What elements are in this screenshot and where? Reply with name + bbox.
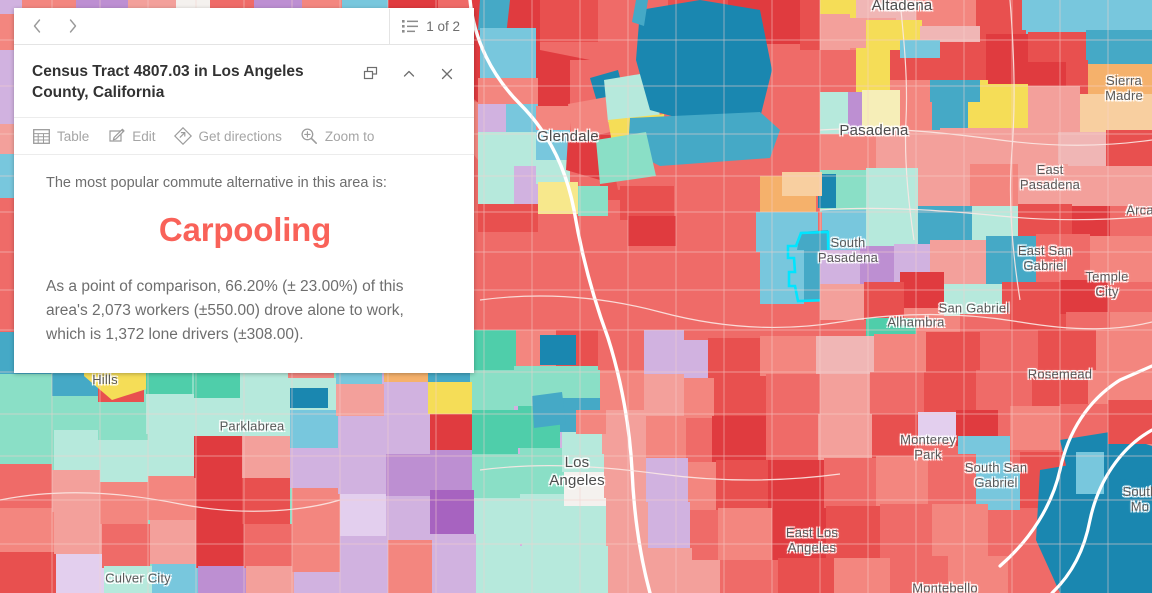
table-tool[interactable]: Table <box>32 127 89 145</box>
edit-tool-label: Edit <box>132 128 156 144</box>
table-tool-label: Table <box>57 128 90 144</box>
next-feature-button[interactable] <box>58 12 88 40</box>
popup-title-row: Census Tract 4807.03 in Los Angeles Coun… <box>14 45 474 118</box>
get-directions-tool-label: Get directions <box>198 128 282 144</box>
popup-body: The most popular commute alternative in … <box>14 155 474 373</box>
directions-icon <box>173 127 192 145</box>
zoom-to-tool[interactable]: Zoom to <box>300 127 375 145</box>
feature-count-label: 1 of 2 <box>426 18 460 34</box>
feature-popup[interactable]: 1 of 2 Census Tract 4807.03 in Los Angel… <box>14 8 474 373</box>
popup-title-actions <box>360 59 462 85</box>
popup-lead-text: The most popular commute alternative in … <box>46 175 387 191</box>
zoom-to-tool-label: Zoom to <box>324 128 375 144</box>
close-button[interactable] <box>436 63 458 85</box>
edit-tool[interactable]: Edit <box>107 127 156 145</box>
collapse-button[interactable] <box>398 63 420 85</box>
popup-highlight-value: Carpooling <box>158 211 332 248</box>
popup-navigation-bar: 1 of 2 <box>14 8 474 45</box>
chevron-right-icon <box>69 19 77 33</box>
close-icon <box>441 68 453 80</box>
dock-button[interactable] <box>360 63 382 85</box>
app-root: .r1{fill:#e03b3f}.r2{fill:#e8504f}.r3{fi… <box>0 0 1152 593</box>
table-icon <box>32 127 50 145</box>
popup-feature-pager <box>14 12 88 40</box>
chevron-up-icon <box>403 70 415 77</box>
previous-feature-button[interactable] <box>22 12 52 40</box>
popup-title: Census Tract 4807.03 in Los Angeles Coun… <box>32 63 304 101</box>
chevron-left-icon <box>33 19 41 33</box>
feature-count-control[interactable]: 1 of 2 <box>389 8 474 44</box>
popup-tools: Table Edit Get directions Zoom to <box>14 118 474 155</box>
get-directions-tool[interactable]: Get directions <box>173 127 282 145</box>
zoom-in-icon <box>300 127 318 145</box>
dock-windows-icon <box>363 66 378 80</box>
popup-comparison-text: As a point of comparison, 66.20% (± 23.0… <box>46 278 404 343</box>
list-icon <box>402 20 419 33</box>
pencil-icon <box>107 127 125 145</box>
